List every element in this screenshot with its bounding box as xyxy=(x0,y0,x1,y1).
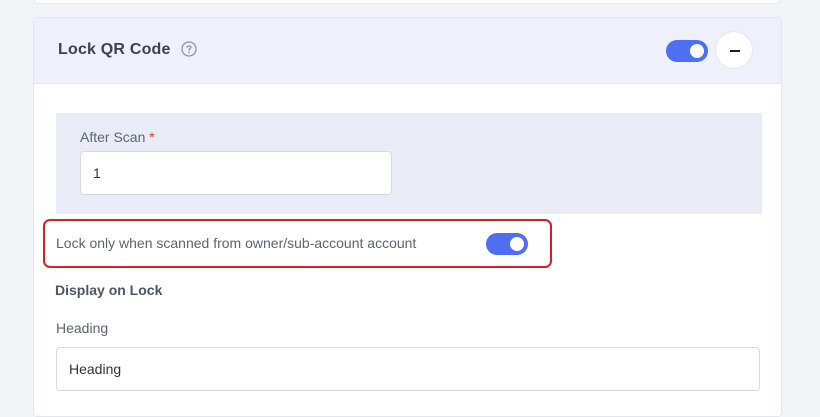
previous-card xyxy=(34,0,780,4)
required-marker: * xyxy=(149,129,155,145)
lock-owner-row: Lock only when scanned from owner/sub-ac… xyxy=(43,219,552,268)
question-circle-icon[interactable] xyxy=(181,41,197,57)
toggle-knob xyxy=(510,237,524,251)
collapse-button[interactable] xyxy=(715,31,753,69)
panel-header: Lock QR Code xyxy=(34,18,781,84)
lock-qr-code-panel: Lock QR Code After Scan * 1 Lock only wh… xyxy=(33,17,782,417)
display-on-lock-title: Display on Lock xyxy=(55,282,163,298)
lock-owner-toggle[interactable] xyxy=(486,233,528,255)
toggle-knob xyxy=(690,44,704,58)
after-scan-section: After Scan * 1 xyxy=(56,113,762,214)
heading-input[interactable]: Heading xyxy=(56,347,760,391)
panel-title: Lock QR Code xyxy=(58,41,171,58)
after-scan-label: After Scan * xyxy=(80,129,155,145)
after-scan-input[interactable]: 1 xyxy=(80,151,392,195)
heading-label: Heading xyxy=(56,320,109,336)
lock-qr-enable-toggle[interactable] xyxy=(666,40,708,62)
minus-icon xyxy=(730,50,740,52)
lock-owner-label: Lock only when scanned from owner/sub-ac… xyxy=(56,235,417,251)
